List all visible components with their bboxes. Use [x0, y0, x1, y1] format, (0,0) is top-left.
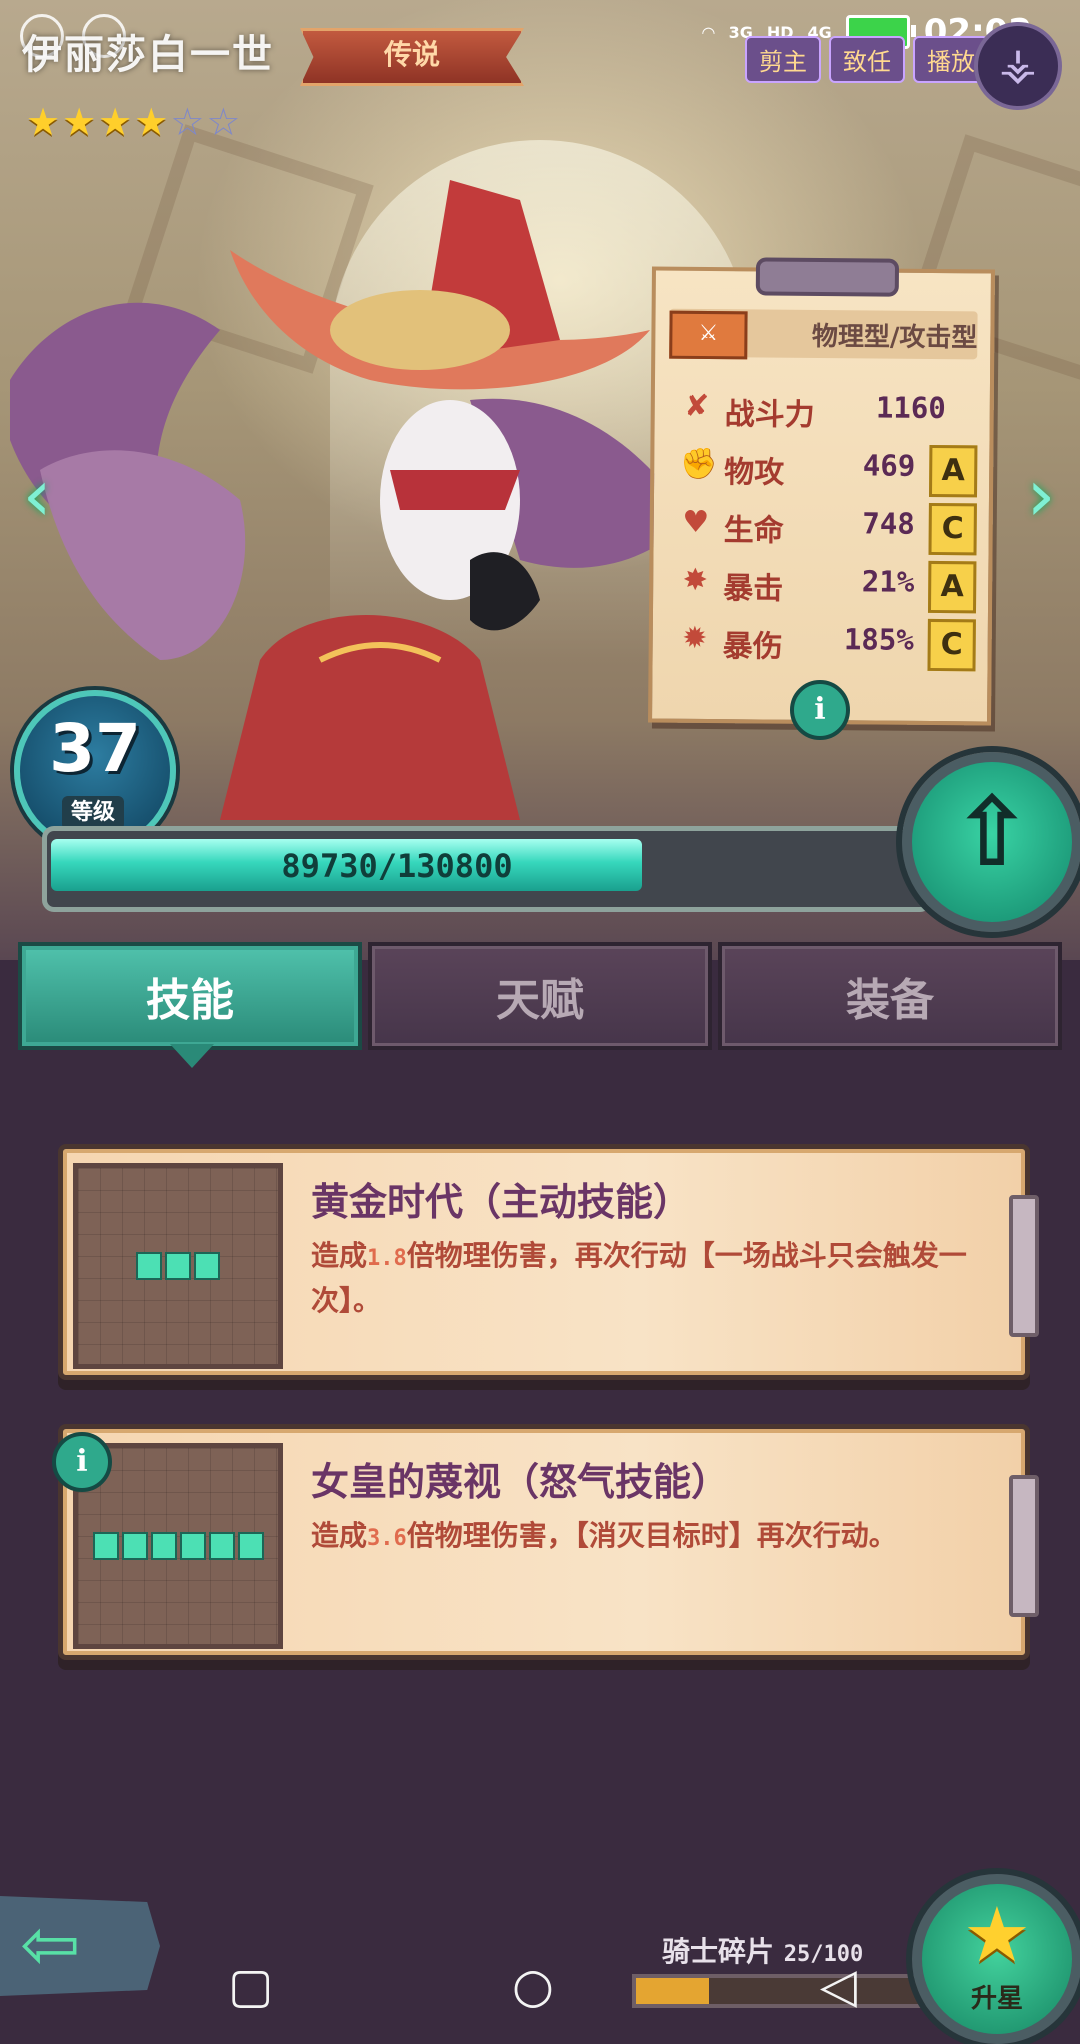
skill-multiplier: 3.6: [367, 1526, 407, 1551]
skill-title: 女皇的蔑视（怒气技能）: [311, 1460, 730, 1504]
star-rating: ★ ★ ★ ★ ☆ ☆: [26, 102, 240, 142]
shards-progress-bar: [632, 1974, 930, 2008]
skill-card[interactable]: 黄金时代（主动技能） 造成1.8倍物理伤害，再次行动【一场战斗只会触发一次】。: [58, 1144, 1039, 1380]
crit-damage-icon: ✹: [682, 620, 708, 657]
shards-progress-fill: [636, 1978, 709, 2004]
fist-icon: ✊: [680, 446, 718, 483]
top-button[interactable]: 致任: [829, 36, 905, 83]
star-filled-icon: ★: [62, 100, 97, 144]
tab-skills[interactable]: 技能: [18, 942, 362, 1050]
skill-cost-pips: [78, 1252, 278, 1280]
skill-desc-suffix: 倍物理伤害，【消灭目标时】再次行动。: [406, 1519, 897, 1552]
level-label: 等级: [62, 796, 124, 830]
skill-card-tab: [1009, 1475, 1039, 1617]
stats-info-icon[interactable]: i: [790, 680, 850, 740]
skill-multiplier: 1.8: [367, 1246, 407, 1271]
recent-apps-icon[interactable]: ▢: [228, 1956, 273, 2016]
stat-grade-badge: A: [928, 444, 978, 498]
energy-pip: [121, 1532, 148, 1560]
skill-info-icon[interactable]: i: [52, 1432, 112, 1492]
star-empty-icon: ☆: [206, 100, 241, 144]
experience-bar: 89730/130800: [42, 826, 932, 912]
star-filled-icon: ★: [98, 100, 133, 144]
skill-card-tab: [1009, 1195, 1039, 1337]
energy-pip: [208, 1532, 235, 1560]
shards-label: 骑士碎片: [662, 1935, 775, 1968]
top-button[interactable]: 剪主: [745, 36, 821, 83]
energy-pip: [136, 1252, 162, 1280]
energy-pip: [179, 1532, 206, 1560]
energy-pip: [92, 1532, 119, 1560]
skill-card[interactable]: 女皇的蔑视（怒气技能） 造成3.6倍物理伤害，【消灭目标时】再次行动。: [58, 1424, 1039, 1660]
crit-icon: ✸: [682, 562, 708, 599]
star-up-button[interactable]: ★ 升星: [912, 1874, 1080, 2044]
hero-name: 伊丽莎白一世: [22, 32, 274, 78]
stat-grade-badge: C: [928, 502, 977, 556]
skill-cost-pips: [78, 1532, 278, 1560]
stat-row-crit: ✸ 暴击 21% A: [671, 557, 977, 614]
heart-icon: ♥: [682, 504, 710, 541]
active-tab-pointer: [170, 1044, 214, 1068]
power-icon: ✘: [684, 388, 710, 425]
level-up-button[interactable]: ⇧: [902, 752, 1080, 932]
skill-description: 造成3.6倍物理伤害，【消灭目标时】再次行动。: [311, 1515, 991, 1560]
stat-row-hp: ♥ 生命 748 C: [672, 499, 977, 556]
energy-pip: [150, 1532, 177, 1560]
knight-shards: 骑士碎片 25/100: [662, 1930, 863, 1970]
stat-row-power: ✘ 战斗力 1160: [673, 383, 978, 438]
stat-value: 21%: [861, 564, 915, 599]
home-circle-icon[interactable]: ○: [512, 1956, 554, 2016]
stat-grade-badge: C: [927, 618, 976, 672]
skill-desc-prefix: 造成: [311, 1519, 368, 1552]
energy-pip: [194, 1252, 220, 1280]
stat-value: 748: [862, 506, 915, 541]
energy-pip: [165, 1252, 191, 1280]
skill-desc-prefix: 造成: [311, 1239, 368, 1272]
stat-card: ⚔ 物理型/攻击型 ✘ 战斗力 1160 ✊ 物攻 469 A ♥ 生命 748…: [648, 257, 995, 726]
skill-desc-suffix: 倍物理伤害，再次行动【一场战斗只会触发一次】。: [311, 1239, 967, 1317]
clipboard-clip: [755, 257, 900, 297]
shards-count: 25/100: [783, 1942, 864, 1967]
detail-tabs: 技能 天赋 装备: [18, 942, 1062, 1052]
stat-name: 战斗力: [724, 397, 815, 433]
star-up-label: 升星: [970, 1984, 1023, 2014]
sword-icon: ⚔: [669, 310, 748, 360]
skill-title: 黄金时代（主动技能）: [311, 1180, 692, 1224]
experience-text: 89730/130800: [281, 847, 513, 885]
stat-row-attack: ✊ 物攻 469 A: [672, 441, 978, 498]
stat-row-crit-damage: ✹ 暴伤 185% C: [671, 615, 976, 672]
stat-value: 185%: [843, 622, 914, 657]
stat-name: 暴击: [723, 571, 784, 607]
skill-description: 造成1.8倍物理伤害，再次行动【一场战斗只会触发一次】。: [311, 1235, 991, 1322]
fish-skeleton-icon[interactable]: ⚶: [974, 22, 1062, 110]
stat-value: 1160: [875, 390, 946, 426]
star-filled-icon: ★: [134, 100, 169, 144]
previous-hero-arrow-icon[interactable]: ‹: [12, 459, 62, 531]
tab-equipment[interactable]: 装备: [718, 942, 1062, 1050]
stat-name: 生命: [723, 513, 784, 549]
stat-name: 暴伤: [722, 629, 783, 665]
star-empty-icon: ☆: [170, 100, 205, 144]
skill-icon: [73, 1163, 283, 1369]
star-filled-icon: ★: [26, 100, 61, 144]
stat-name: 物攻: [724, 455, 785, 491]
wifi-icon: ◠: [702, 22, 715, 42]
level-value: 37: [49, 710, 141, 787]
energy-pip: [237, 1532, 264, 1560]
back-arrow-icon[interactable]: ⇦: [0, 1896, 160, 1996]
top-action-buttons: 剪主 致任 播放: [745, 36, 989, 83]
up-arrow-icon: ⇧: [951, 776, 1033, 888]
rarity-banner: 传说: [300, 28, 524, 86]
tab-talent[interactable]: 天赋: [368, 942, 712, 1050]
stat-grade-badge: A: [927, 560, 977, 614]
stat-value: 469: [862, 448, 916, 483]
next-hero-arrow-icon[interactable]: ›: [1016, 459, 1066, 531]
star-icon: ★: [962, 1890, 1032, 1979]
hero-type-label: 物理型/攻击型: [811, 321, 978, 354]
